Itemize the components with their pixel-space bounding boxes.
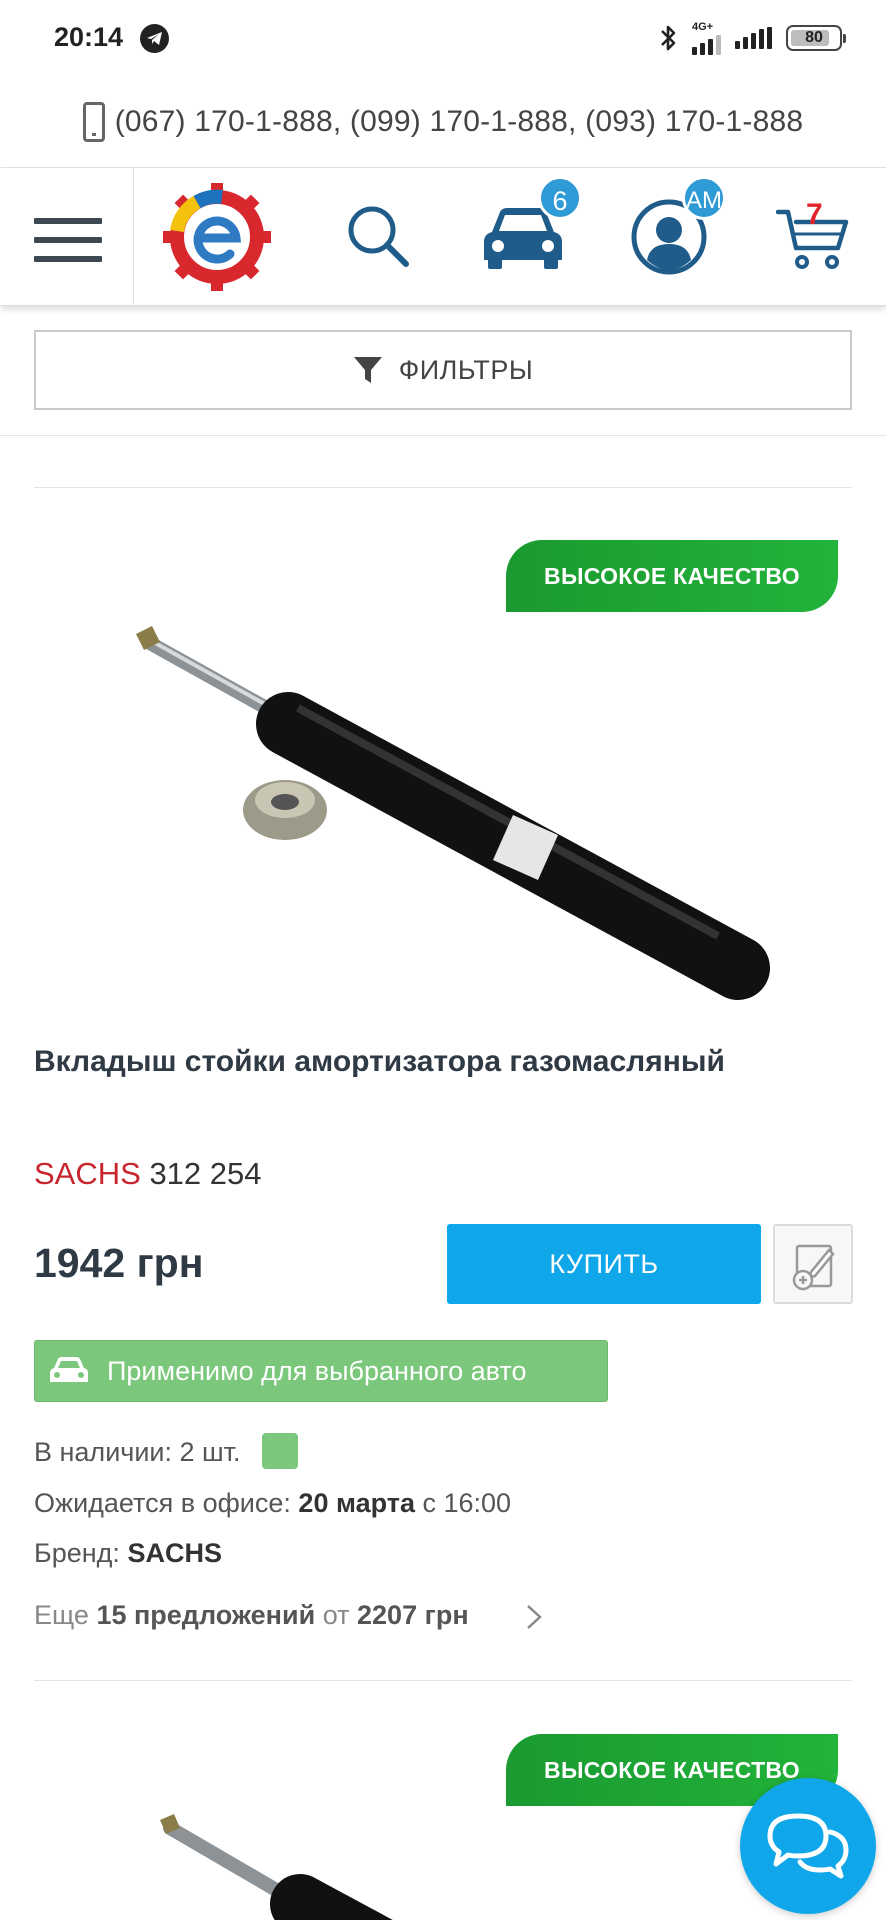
quality-badge: ВЫСОКОЕ КАЧЕСТВО: [506, 540, 838, 612]
network-indicator: 4G+: [692, 20, 721, 55]
battery-icon: 80: [786, 25, 846, 51]
filters-label: ФИЛЬТРЫ: [398, 354, 534, 385]
expected-label: Ожидается в офисе:: [34, 1488, 291, 1518]
expected-line: Ожидается в офисе: 20 марта с 16:00: [34, 1488, 511, 1519]
offers-price: 2207 грн: [357, 1600, 469, 1630]
brand-info-value: SACHS: [127, 1538, 222, 1568]
signal-icon: [692, 33, 721, 55]
garage-count-badge: 6: [538, 176, 582, 220]
offers-from: от: [322, 1600, 350, 1630]
network-label: 4G+: [692, 20, 714, 33]
phone-icon: [82, 101, 105, 142]
stock-label: В наличии: 2 шт.: [34, 1437, 241, 1468]
brand-article: SACHS 312 254: [34, 1156, 262, 1192]
stock-line: В наличии: 2 шт.: [34, 1433, 299, 1472]
phone-numbers[interactable]: (067) 170-1-888, (099) 170-1-888, (093) …: [115, 105, 804, 139]
brand-name[interactable]: SACHS: [34, 1156, 141, 1191]
article-number: 312 254: [149, 1156, 262, 1191]
menu-button[interactable]: [34, 218, 102, 262]
signal-icon-2: [735, 27, 772, 49]
expected-date: 20 марта: [298, 1488, 415, 1518]
more-offers-link[interactable]: Еще 15 предложений от 2207 грн: [34, 1600, 469, 1631]
chat-button[interactable]: [740, 1778, 876, 1914]
cart-count: 7: [806, 198, 823, 231]
product-price: 1942 грн: [34, 1240, 204, 1286]
filter-icon: [353, 357, 382, 383]
status-time: 20:14: [54, 22, 124, 52]
buy-button[interactable]: КУПИТЬ: [447, 1224, 761, 1304]
battery-level: 80: [805, 29, 823, 46]
main-header: 6 AM 7: [0, 168, 886, 306]
divider: [34, 1680, 852, 1681]
divider: [34, 487, 852, 488]
status-indicators: 4G+ 80: [658, 20, 846, 55]
product-image-2[interactable]: [140, 1808, 700, 1920]
chat-icon: [767, 1813, 849, 1879]
product-title[interactable]: Вкладыш стойки амортизатора газомасляный: [34, 1042, 854, 1082]
site-logo[interactable]: [162, 182, 272, 292]
edit-note-icon: [792, 1244, 835, 1291]
product-image[interactable]: [118, 620, 770, 1024]
stock-indicator: [262, 1433, 299, 1469]
filters-button[interactable]: ФИЛЬТРЫ: [34, 330, 852, 410]
offers-count: 15 предложений: [96, 1600, 316, 1630]
brand-info-line: Бренд: SACHS: [34, 1538, 222, 1569]
telegram-icon: [140, 24, 169, 53]
offers-prefix: Еще: [34, 1600, 89, 1630]
filters-bar: ФИЛЬТРЫ: [0, 306, 886, 436]
applicable-label: Применимо для выбранного авто: [107, 1355, 527, 1386]
chevron-right-icon[interactable]: [518, 1602, 548, 1632]
expected-time: с 16:00: [422, 1488, 512, 1518]
status-bar: 20:14 4G+ 80: [0, 0, 886, 76]
brand-info-label: Бренд:: [34, 1538, 120, 1568]
header-divider: [133, 168, 134, 306]
user-initials-badge: AM: [682, 176, 726, 220]
car-icon: [50, 1357, 88, 1382]
search-icon[interactable]: [344, 202, 412, 270]
contact-phones-bar[interactable]: (067) 170-1-888, (099) 170-1-888, (093) …: [0, 76, 886, 168]
add-to-notes-button[interactable]: [773, 1224, 853, 1304]
bluetooth-icon: [661, 25, 676, 51]
applicable-for-car-banner: Применимо для выбранного авто: [34, 1340, 608, 1402]
